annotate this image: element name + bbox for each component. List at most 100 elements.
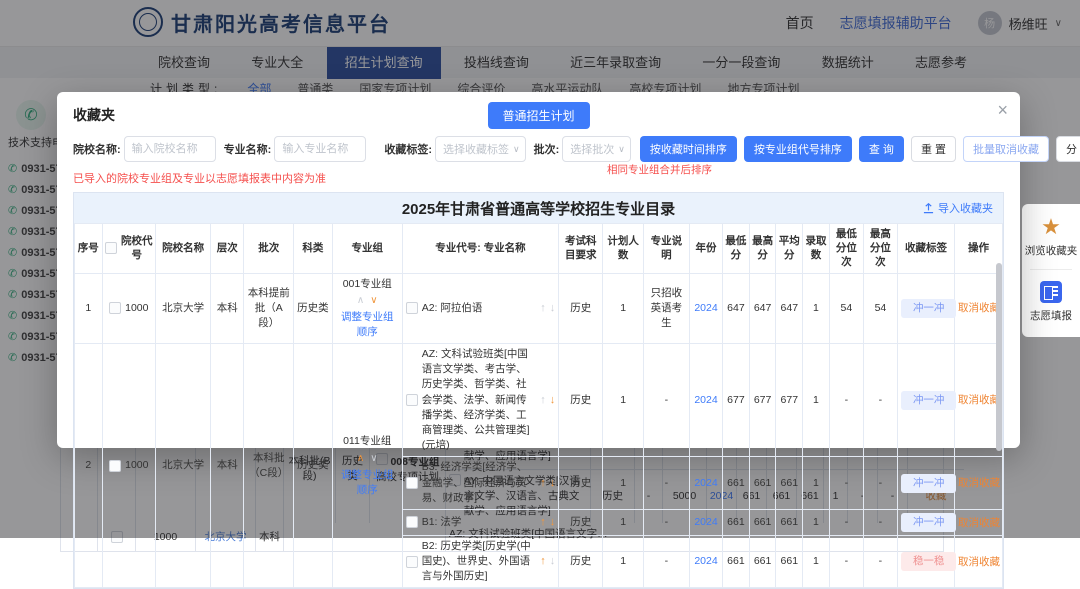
move-up-icon[interactable]: ↑ — [540, 554, 546, 569]
tag-cell: 稳一稳 — [897, 535, 954, 588]
col-favorite-tag: 收藏标签 — [897, 224, 954, 274]
year-link[interactable]: 2024 — [694, 555, 717, 567]
table-header-row: 序号 院校代号 院校名称 层次 批次 科类 专业组 专业代号: 专业名称 考试科… — [75, 224, 1003, 274]
chevron-down-icon: ∨ — [618, 144, 625, 155]
tag-cell: 冲一冲 — [897, 510, 954, 536]
seq-cell: 2 — [75, 343, 103, 588]
adjust-group-order-link[interactable]: 调整专业组顺序 — [336, 467, 399, 497]
min-rank-cell: 54 — [829, 273, 863, 343]
table-row: 2 1000 北京大学 本科 本科批（C段） 历史类 011专业组 ∧∨ 调整专… — [75, 343, 1003, 457]
star-icon: ★ — [1041, 216, 1061, 238]
move-down-icon[interactable]: ↓ — [550, 554, 556, 569]
cancel-favorite-link[interactable]: 取消收藏 — [958, 300, 1000, 315]
year-link[interactable]: 2024 — [694, 302, 717, 314]
import-favorites-button[interactable]: 导入收藏夹 — [923, 193, 993, 223]
tag-cell: 冲一冲 — [897, 457, 954, 510]
status-badge[interactable]: 冲一冲 — [901, 513, 957, 532]
major-name-cell: B2: 历史学类[历史学(中国史)、世界史、外国语言与外国历史] ↑ ↓ — [402, 535, 559, 588]
row-checkbox[interactable] — [406, 302, 418, 314]
cancel-favorite-link[interactable]: 取消收藏 — [958, 475, 1000, 490]
close-icon[interactable]: × — [997, 101, 1008, 119]
row-checkbox[interactable] — [406, 556, 418, 568]
min-score-cell: 661 — [723, 457, 750, 510]
exam-cell: 历史 — [559, 510, 603, 536]
move-up-icon[interactable]: ↑ — [540, 301, 546, 316]
college-code-cell: 1000 — [102, 273, 155, 343]
col-college-code: 院校代号 — [102, 224, 155, 274]
move-down-icon[interactable]: ↓ — [550, 301, 556, 316]
seq-cell: 1 — [75, 273, 103, 343]
college-code-cell: 1000 — [102, 343, 155, 588]
min-score-cell: 677 — [723, 343, 750, 457]
admitted-cell: 1 — [803, 457, 830, 510]
row-checkbox[interactable] — [109, 302, 121, 314]
row-checkbox[interactable] — [406, 394, 418, 406]
level-cell: 本科 — [211, 343, 244, 588]
move-group-down-icon[interactable]: ∨ — [370, 453, 377, 464]
favorites-table: 序号 院校代号 院校名称 层次 批次 科类 专业组 专业代号: 专业名称 考试科… — [74, 223, 1003, 588]
row-checkbox[interactable] — [406, 516, 418, 528]
move-up-icon[interactable]: ↑ — [540, 393, 546, 408]
table-title: 2025年甘肃省普通高等学校招生专业目录 — [402, 198, 675, 219]
browse-favorites-button[interactable]: 浏览收藏夹 — [1025, 243, 1078, 258]
col-major-group: 专业组 — [332, 224, 402, 274]
major-group-cell: 001专业组 ∧∨ 调整专业组顺序 — [332, 273, 402, 343]
cancel-favorite-link[interactable]: 取消收藏 — [958, 392, 1000, 407]
row-checkbox[interactable] — [406, 477, 418, 489]
sort-by-favorite-time-button[interactable]: 按收藏时间排序 — [640, 136, 737, 162]
year-link[interactable]: 2024 — [694, 516, 717, 528]
move-group-up-icon[interactable]: ∧ — [357, 295, 364, 306]
move-down-icon[interactable]: ↓ — [550, 515, 556, 530]
major-name-input[interactable] — [274, 136, 366, 162]
year-cell: 2024 — [689, 535, 722, 588]
batch-label: 批次: — [534, 141, 560, 157]
status-badge[interactable]: 稳一稳 — [901, 552, 957, 571]
category-cell: 历史类 — [294, 273, 333, 343]
search-button[interactable]: 查 询 — [859, 136, 904, 162]
batch-select[interactable]: 选择批次 ∨ — [562, 136, 631, 162]
category-cell: 历史类 — [294, 343, 333, 588]
move-up-icon[interactable]: ↑ — [540, 515, 546, 530]
cancel-favorite-link[interactable]: 取消收藏 — [958, 515, 1000, 530]
plan-cell: 1 — [603, 510, 644, 536]
year-cell: 2024 — [689, 510, 722, 536]
year-link[interactable]: 2024 — [694, 477, 717, 489]
move-up-icon[interactable]: ↑ — [540, 476, 546, 491]
status-badge[interactable]: 冲一冲 — [901, 299, 957, 318]
move-group-up-icon[interactable]: ∧ — [357, 453, 364, 464]
favorite-tag-select[interactable]: 选择收藏标签 ∨ — [435, 136, 526, 162]
move-down-icon[interactable]: ↓ — [550, 476, 556, 491]
tag-cell: 冲一冲 — [897, 343, 954, 457]
move-group-down-icon[interactable]: ∨ — [370, 295, 377, 306]
select-all-checkbox[interactable] — [105, 242, 117, 254]
regular-enrollment-plan-button[interactable]: 普通招生计划 — [487, 102, 589, 129]
table-scrollbar[interactable] — [996, 263, 1002, 451]
batch-cancel-favorite-button[interactable]: 批量取消收藏 — [963, 136, 1049, 162]
adjust-group-order-link[interactable]: 调整专业组顺序 — [336, 309, 399, 339]
share-button[interactable]: 分 享 — [1056, 136, 1080, 162]
note-cell: - — [643, 343, 689, 457]
max-score-cell: 661 — [749, 535, 776, 588]
status-badge[interactable]: 冲一冲 — [901, 474, 957, 493]
note-cell: - — [643, 510, 689, 536]
reset-button[interactable]: 重 置 — [911, 136, 956, 162]
year-link[interactable]: 2024 — [694, 394, 717, 406]
status-badge[interactable]: 冲一冲 — [901, 391, 957, 410]
col-major-note: 专业说明 — [643, 224, 689, 274]
col-avg-score: 平均分 — [776, 224, 803, 274]
row-checkbox[interactable] — [109, 460, 121, 472]
max-rank-cell: - — [863, 535, 897, 588]
table-title-bar: 2025年甘肃省普通高等学校招生专业目录 导入收藏夹 — [74, 193, 1003, 223]
cancel-favorite-link[interactable]: 取消收藏 — [958, 554, 1000, 569]
move-down-icon[interactable]: ↓ — [550, 393, 556, 408]
sort-by-group-code-button[interactable]: 按专业组代号排序 — [744, 136, 852, 162]
col-plan-count: 计划人数 — [603, 224, 644, 274]
college-name-input[interactable] — [124, 136, 216, 162]
batch-cell: 本科批（C段） — [244, 343, 294, 588]
avg-score-cell: 661 — [776, 535, 803, 588]
major-name-cell: A2: 阿拉伯语 ↑ ↓ — [402, 273, 559, 343]
application-fill-button[interactable]: 志愿填报 — [1030, 308, 1072, 323]
min-rank-cell: - — [829, 343, 863, 457]
plan-cell: 1 — [603, 535, 644, 588]
avg-score-cell: 647 — [776, 273, 803, 343]
